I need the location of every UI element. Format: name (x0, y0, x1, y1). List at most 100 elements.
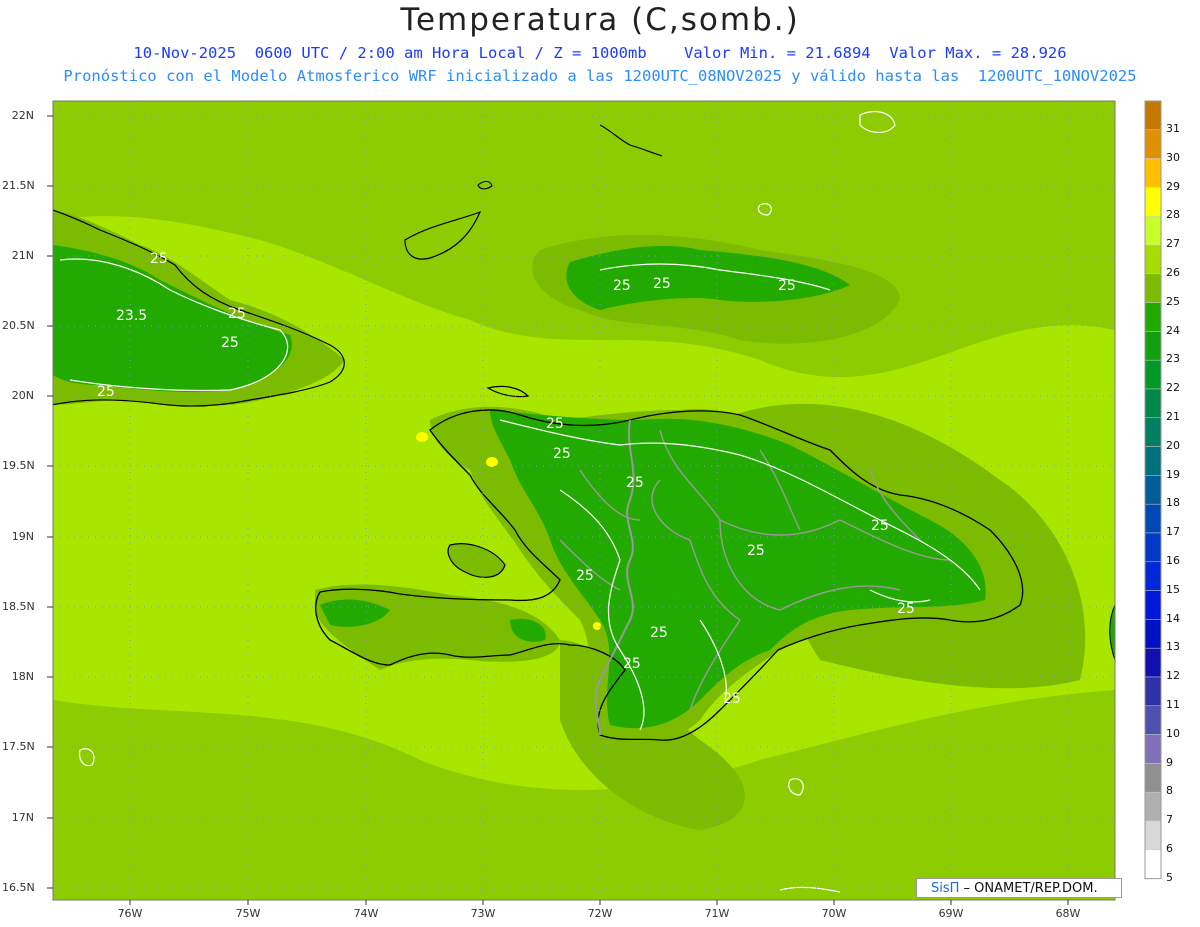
colorbar-swatch (1144, 187, 1162, 217)
colorbar-label: 5 (1166, 870, 1173, 884)
lat-label: 20N (11, 389, 34, 402)
colorbar-label: 25 (1166, 294, 1180, 308)
colorbar-swatch (1144, 791, 1162, 822)
lat-label: 16.5N (2, 881, 35, 894)
credit-box: SisΠ – ONAMET/REP.DOM. (916, 878, 1122, 898)
lon-label: 72W (587, 907, 613, 920)
colorbar-swatch (1144, 215, 1162, 246)
colorbar-label: 27 (1166, 237, 1180, 251)
colorbar-swatch (1144, 590, 1162, 620)
colorbar-swatch (1144, 705, 1162, 735)
lat-label: 17N (11, 811, 34, 824)
colorbar-swatch (1144, 475, 1162, 505)
colorbar-label: 30 (1166, 150, 1180, 164)
contour-label: 25 (228, 306, 246, 322)
colorbar-swatch (1144, 503, 1162, 534)
lon-label: 76W (117, 907, 143, 920)
lat-label: 19N (11, 530, 34, 543)
colorbar-label: 13 (1166, 640, 1180, 654)
colorbar-swatch (1144, 129, 1162, 159)
colorbar-label: 7 (1166, 813, 1173, 827)
contour-label: 25 (871, 518, 889, 534)
lat-label: 18.5N (2, 600, 35, 613)
colorbar-label: 17 (1166, 525, 1180, 539)
lat-label: 21N (11, 249, 34, 262)
lat-label: 20.5N (2, 319, 35, 332)
lon-label: 71W (704, 907, 730, 920)
colorbar-swatch (1144, 532, 1162, 563)
lat-label: 22N (11, 109, 34, 122)
colorbar-label: 29 (1166, 179, 1180, 193)
colorbar-label: 20 (1166, 438, 1180, 452)
contour-label: 25 (623, 656, 641, 672)
colorbar-label: 12 (1166, 669, 1180, 683)
lat-label: 21.5N (2, 179, 35, 192)
colorbar-label: 8 (1166, 784, 1173, 798)
colorbar-label: 21 (1166, 410, 1180, 423)
colorbar-swatch (1144, 647, 1162, 678)
contour-label: 25 (97, 384, 115, 400)
contour-label: 25 (576, 568, 594, 584)
colorbar-swatch (1144, 273, 1162, 303)
colorbar (1144, 100, 1162, 880)
colorbar-label: 11 (1166, 698, 1180, 711)
contour-label: 25 (778, 278, 796, 294)
contour-label: 25 (546, 416, 564, 432)
colorbar-swatch (1144, 244, 1162, 275)
colorbar-label: 16 (1166, 554, 1180, 567)
lon-label: 74W (353, 907, 379, 920)
temperature-map: 25 23.5 25 25 25 25 25 25 25 25 25 25 25… (47, 100, 1162, 905)
credit-brand: SisΠ (931, 881, 960, 896)
colorbar-swatch (1144, 331, 1162, 361)
lat-label: 19.5N (2, 459, 35, 472)
contour-label: 25 (553, 446, 571, 462)
colorbar-label: 19 (1166, 467, 1180, 481)
map-field: 25 23.5 25 25 25 25 25 25 25 25 25 25 25… (53, 101, 1115, 900)
colorbar-label: 6 (1166, 842, 1173, 855)
colorbar-label: 22 (1166, 381, 1180, 395)
colorbar-swatch (1144, 734, 1162, 764)
colorbar-swatch (1144, 302, 1162, 332)
colorbar-swatch (1144, 676, 1162, 707)
colorbar-swatch (1144, 849, 1162, 879)
colorbar-label: 23 (1166, 352, 1180, 366)
lon-label: 69W (938, 907, 964, 920)
credit-text: – ONAMET/REP.DOM. (959, 881, 1098, 896)
lon-label: 75W (235, 907, 261, 920)
colorbar-label: 24 (1166, 323, 1180, 337)
lon-label: 70W (821, 907, 847, 920)
contour-label: 25 (897, 601, 915, 617)
contour-label: 25 (613, 278, 631, 294)
colorbar-label: 15 (1166, 582, 1180, 596)
colorbar-label: 31 (1166, 122, 1180, 135)
colorbar-label: 28 (1166, 208, 1180, 222)
contour-label: 25 (150, 251, 168, 267)
colorbar-swatch (1144, 561, 1162, 591)
contour-label: 25 (747, 543, 765, 559)
contour-label: 25 (221, 335, 239, 351)
colorbar-swatch (1144, 359, 1162, 390)
colorbar-swatch (1144, 619, 1162, 649)
lon-label: 68W (1055, 907, 1081, 920)
colorbar-swatch (1144, 100, 1162, 131)
colorbar-swatch (1144, 763, 1162, 793)
colorbar-label: 10 (1166, 726, 1180, 740)
colorbar-swatch (1144, 417, 1162, 447)
colorbar-swatch (1144, 446, 1162, 476)
colorbar-label: 9 (1166, 755, 1173, 769)
colorbar-label: 18 (1166, 496, 1180, 510)
contour-label: 25 (650, 625, 668, 641)
colorbar-label: 26 (1166, 266, 1180, 279)
colorbar-swatch (1144, 388, 1162, 419)
contour-label: 25 (653, 276, 671, 292)
colorbar-label: 14 (1166, 611, 1180, 625)
contour-label: 25 (723, 691, 741, 707)
lon-label: 73W (470, 907, 496, 920)
contour-label: 23.5 (116, 308, 147, 324)
warm-spot-1 (416, 432, 428, 442)
lat-label: 17.5N (2, 740, 35, 753)
lat-label: 18N (11, 670, 34, 683)
colorbar-swatch (1144, 820, 1162, 851)
contour-label: 25 (626, 475, 644, 491)
colorbar-swatch (1144, 158, 1162, 188)
